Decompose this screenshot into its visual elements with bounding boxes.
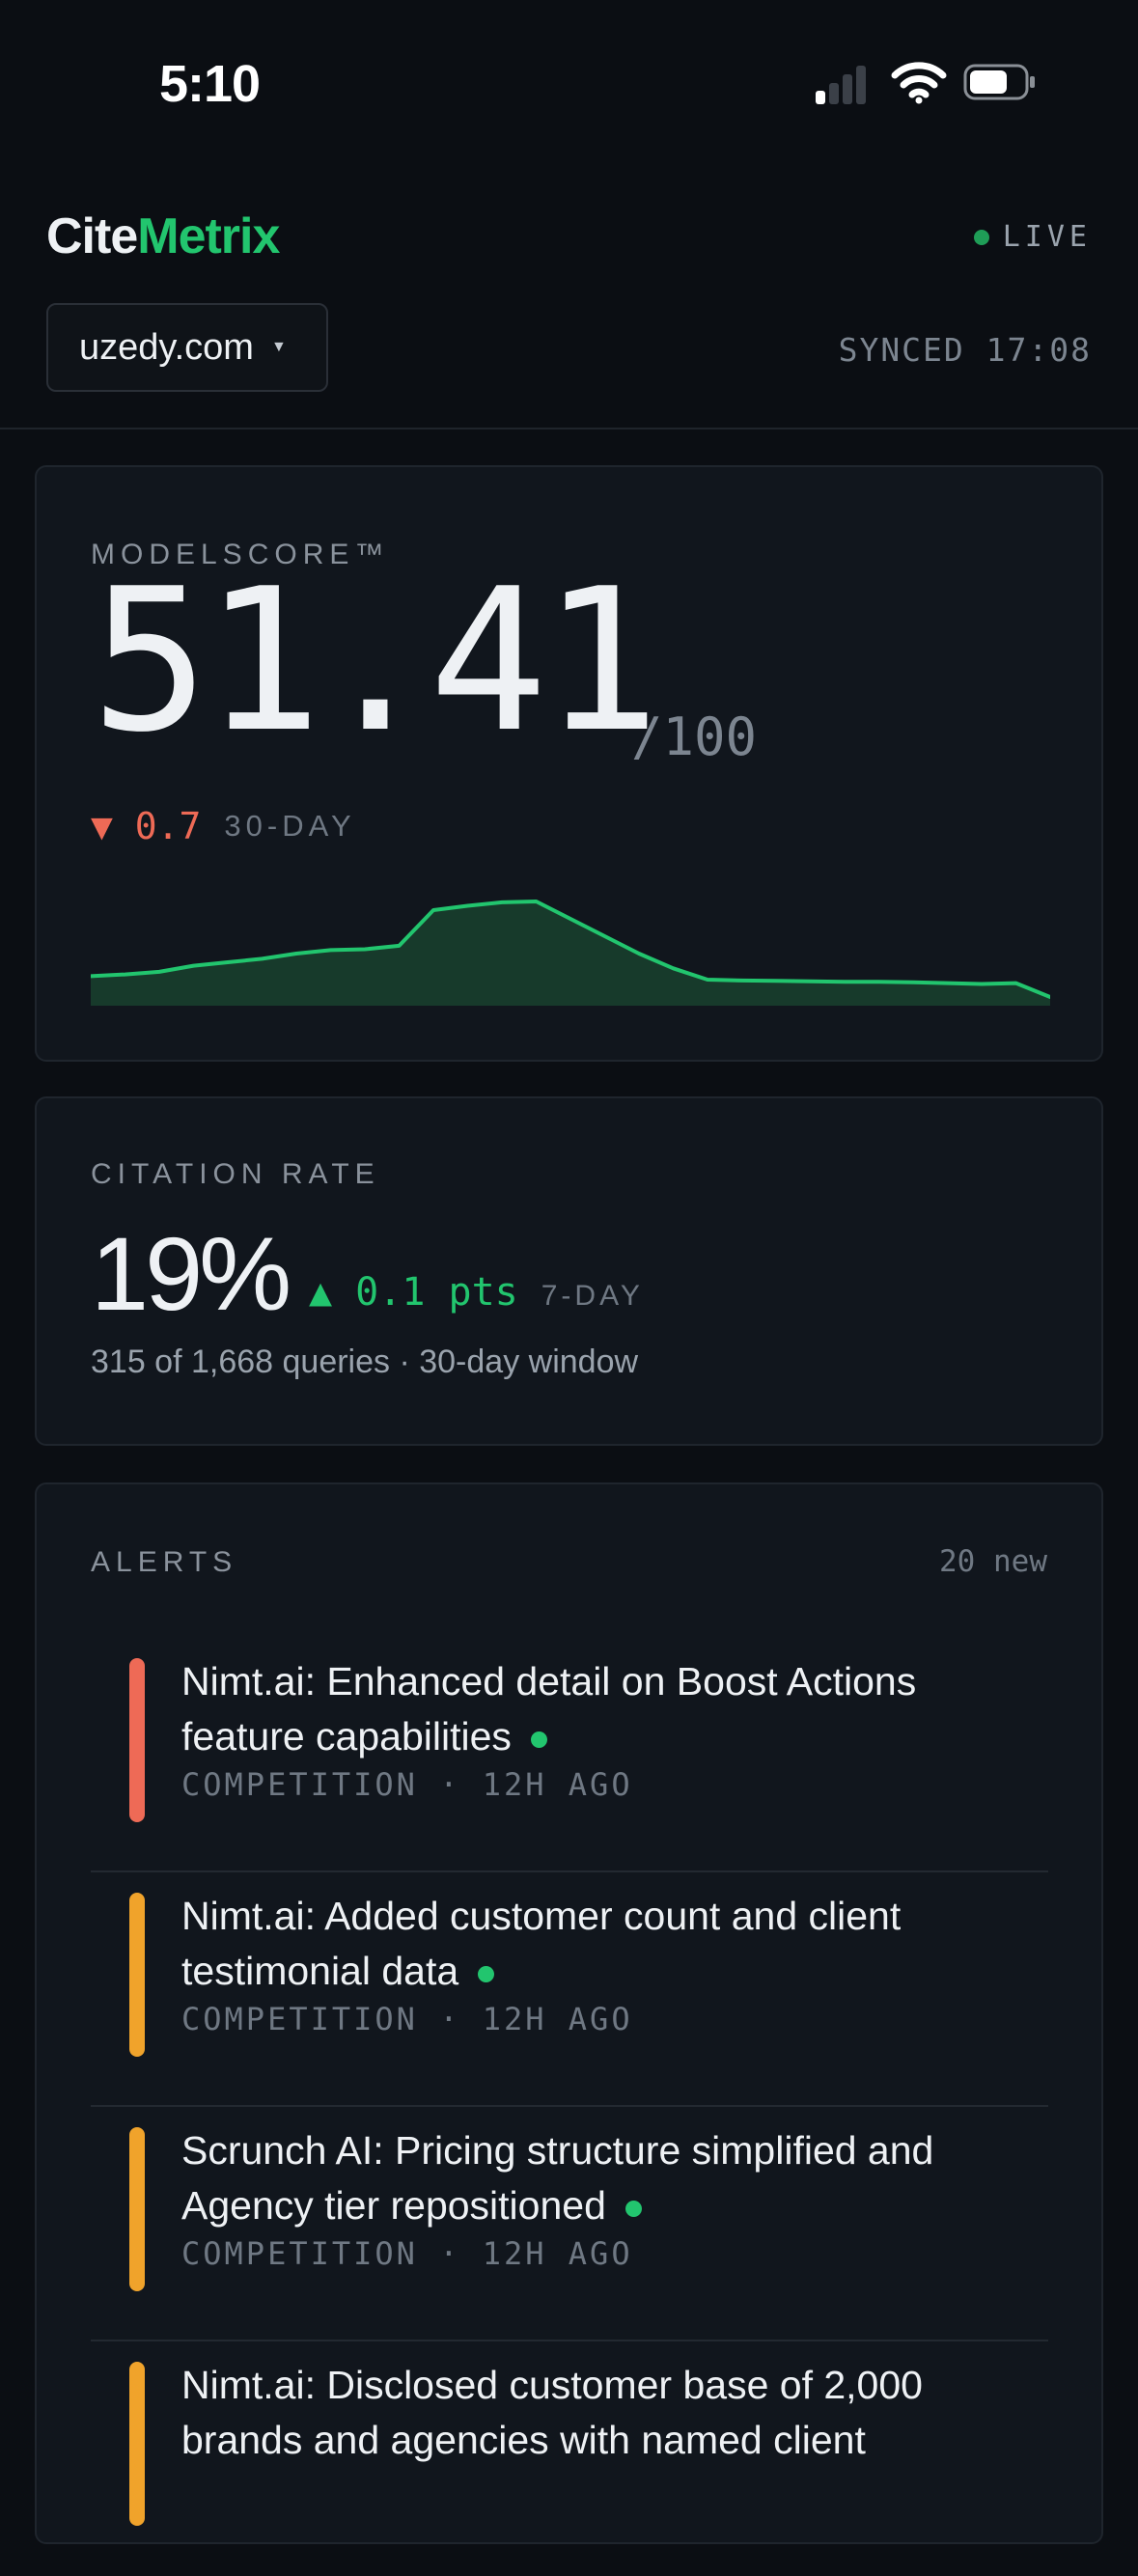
alert-title: Scrunch AI: Pricing structure simplified… bbox=[181, 2128, 934, 2228]
domain-selector-value: uzedy.com bbox=[79, 326, 254, 368]
alert-meta: COMPETITION · 12H AGO bbox=[181, 2001, 633, 2037]
alert-severity-bar bbox=[129, 2127, 145, 2291]
wifi-icon bbox=[891, 62, 947, 104]
live-indicator: LIVE bbox=[973, 220, 1092, 254]
live-label: LIVE bbox=[1002, 220, 1092, 254]
modelscore-delta: ▼ 0.7 bbox=[91, 805, 202, 847]
alert-item[interactable]: Nimt.ai: Enhanced detail on Boost Action… bbox=[91, 1639, 1048, 1872]
live-dot-icon bbox=[973, 229, 989, 245]
alert-severity-bar bbox=[129, 1893, 145, 2057]
alert-meta: COMPETITION · 12H AGO bbox=[181, 1766, 633, 1803]
alerts-card: ALERTS 20 new Nimt.ai: Enhanced detail o… bbox=[35, 1482, 1103, 2544]
unread-dot-icon bbox=[625, 2200, 642, 2217]
sync-status: SYNCED 17:08 bbox=[838, 331, 1092, 369]
modelscore-max: /100 bbox=[631, 706, 758, 767]
alert-title: Nimt.ai: Enhanced detail on Boost Action… bbox=[181, 1659, 917, 1759]
alert-divider bbox=[91, 2340, 1048, 2341]
status-time: 5:10 bbox=[159, 55, 261, 113]
modelscore-value: 51.41 bbox=[91, 547, 660, 776]
citation-rate-delta-period: 7-DAY bbox=[541, 1280, 644, 1312]
alert-title: Nimt.ai: Added customer count and client… bbox=[181, 1894, 902, 1993]
unread-dot-icon bbox=[530, 1731, 547, 1748]
modelscore-sparkline bbox=[91, 900, 1050, 1006]
cellular-signal-icon bbox=[816, 64, 874, 104]
citation-rate-value: 19% bbox=[91, 1215, 291, 1332]
alert-severity-bar bbox=[129, 1658, 145, 1822]
citation-rate-card[interactable]: CITATION RATE 19% ▲ 0.1 pts 7-DAY 315 of… bbox=[35, 1096, 1103, 1446]
brand-name-part1: Cite bbox=[46, 208, 138, 264]
status-bar: 5:10 bbox=[0, 0, 1138, 169]
brand-name-part2: Metrix bbox=[137, 208, 280, 264]
alerts-new-count: 20 new bbox=[939, 1544, 1047, 1579]
alert-divider bbox=[91, 2105, 1048, 2107]
citation-rate-delta: ▲ 0.1 pts bbox=[309, 1270, 518, 1315]
alert-item[interactable]: Scrunch AI: Pricing structure simplified… bbox=[91, 2108, 1048, 2341]
alert-title: Nimt.ai: Disclosed customer base of 2,00… bbox=[181, 2363, 923, 2462]
citation-rate-subtitle: 315 of 1,668 queries · 30-day window bbox=[91, 1343, 639, 1380]
alert-item[interactable]: Nimt.ai: Added customer count and client… bbox=[91, 1873, 1048, 2107]
header-divider bbox=[0, 428, 1138, 429]
caret-down-icon: ▼ bbox=[270, 339, 287, 355]
modelscore-delta-period: 30-DAY bbox=[224, 809, 356, 843]
modelscore-card[interactable]: MODELSCORE™ 51.41 /100 ▼ 0.7 30-DAY bbox=[35, 465, 1103, 1062]
alert-divider bbox=[91, 1870, 1048, 1872]
unread-dot-icon bbox=[478, 1965, 495, 1982]
brand-logo: CiteMetrix bbox=[46, 208, 280, 265]
battery-icon bbox=[963, 64, 1035, 100]
citation-rate-label: CITATION RATE bbox=[91, 1158, 380, 1190]
domain-selector[interactable]: uzedy.com ▼ bbox=[46, 303, 328, 392]
alert-severity-bar bbox=[129, 2362, 145, 2526]
alerts-label: ALERTS bbox=[91, 1546, 238, 1578]
alert-item[interactable]: Nimt.ai: Disclosed customer base of 2,00… bbox=[91, 2342, 1048, 2576]
alert-meta: COMPETITION · 12H AGO bbox=[181, 2235, 633, 2272]
